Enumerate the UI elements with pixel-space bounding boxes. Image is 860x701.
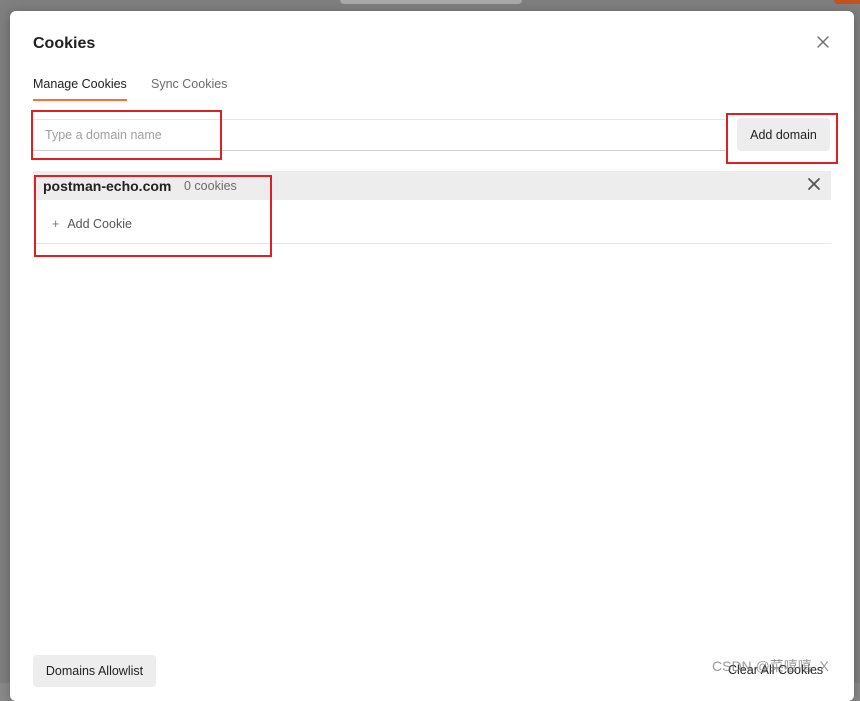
- add-cookie-button[interactable]: + Add Cookie: [52, 217, 132, 231]
- domain-divider: [33, 243, 831, 244]
- cookies-dialog: Cookies Manage Cookies Sync Cookies Add …: [10, 11, 854, 701]
- close-icon: [817, 36, 829, 48]
- domains-allowlist-button[interactable]: Domains Allowlist: [33, 655, 156, 687]
- domain-row: postman-echo.com 0 cookies: [33, 171, 831, 200]
- dialog-title: Cookies: [33, 35, 96, 52]
- tab-sync-cookies[interactable]: Sync Cookies: [151, 77, 227, 99]
- close-icon: [808, 178, 820, 190]
- add-cookie-label: Add Cookie: [67, 217, 132, 231]
- plus-icon: +: [52, 217, 60, 231]
- background-accent-button: [834, 0, 860, 4]
- tab-manage-cookies[interactable]: Manage Cookies: [33, 77, 127, 101]
- domain-name[interactable]: postman-echo.com: [43, 178, 171, 194]
- close-dialog-button[interactable]: [814, 33, 832, 51]
- cookie-count: 0 cookies: [184, 179, 237, 193]
- watermark: CSDN @菜嘻嘻_X: [712, 658, 829, 674]
- domain-name-input[interactable]: [33, 119, 725, 151]
- background-toolbar: [340, 0, 522, 4]
- add-domain-button[interactable]: Add domain: [737, 118, 830, 151]
- delete-domain-button[interactable]: [807, 177, 821, 191]
